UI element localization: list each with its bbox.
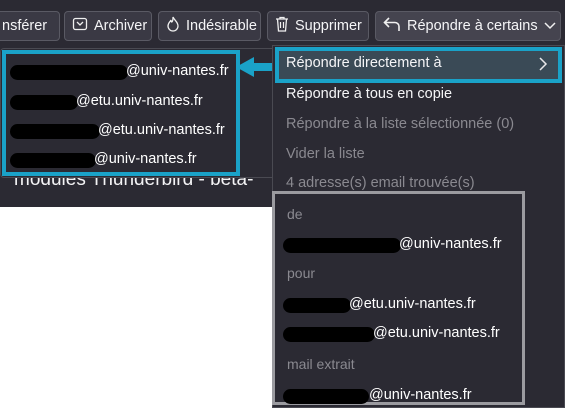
forward-button[interactable]: nsférer [0, 11, 60, 41]
popup-address-2[interactable]: @etu.univ-nantes.fr [10, 91, 234, 115]
chevron-right-icon [538, 57, 548, 74]
redaction-bar [10, 65, 128, 80]
popup-address-domain: @etu.univ-nantes.fr [98, 122, 225, 138]
section-label-from: de [287, 206, 303, 222]
section-label-extracted: mail extrait [287, 356, 355, 372]
redaction-bar [283, 238, 401, 253]
menu-item-reply-directly[interactable]: Répondre directement à [286, 55, 442, 71]
redaction-bar [283, 389, 369, 404]
menu-item-clear-list: Vider la liste [286, 146, 365, 162]
popup-address-1[interactable]: @univ-nantes.fr [10, 61, 234, 85]
popup-address-domain: @univ-nantes.fr [126, 63, 229, 79]
to-address-domain: @etu.univ-nantes.fr [349, 296, 476, 312]
redaction-bar [283, 327, 375, 342]
popup-address-domain: @etu.univ-nantes.fr [76, 93, 203, 109]
to-address-1[interactable]: @etu.univ-nantes.fr [283, 294, 523, 316]
delete-button[interactable]: Supprimer [267, 11, 369, 41]
chevron-down-icon [544, 18, 556, 35]
junk-button[interactable]: Indésirable [158, 11, 261, 41]
extracted-address-domain: @univ-nantes.fr [369, 387, 472, 403]
redaction-bar [283, 298, 351, 313]
reply-icon [383, 16, 401, 36]
message-toolbar: nsférer Archiver Indésirable Supprimer R… [0, 0, 565, 44]
trash-icon [275, 16, 289, 36]
from-address[interactable]: @univ-nantes.fr [283, 234, 523, 256]
from-address-domain: @univ-nantes.fr [399, 236, 502, 252]
archive-button-label: Archiver [94, 18, 148, 34]
popup-address-4[interactable]: @univ-nantes.fr [10, 149, 234, 173]
archive-button[interactable]: Archiver [64, 11, 152, 41]
redaction-bar [10, 95, 78, 110]
popup-address-domain: @univ-nantes.fr [94, 151, 197, 167]
redaction-bar [10, 124, 100, 139]
reply-to-some-button-label: Répondre à certains [407, 18, 538, 34]
junk-button-label: Indésirable [186, 18, 257, 34]
reply-to-some-button[interactable]: Répondre à certains [375, 11, 561, 41]
popup-address-3[interactable]: @etu.univ-nantes.fr [10, 120, 234, 144]
archive-icon [72, 16, 88, 36]
extracted-address[interactable]: @univ-nantes.fr [283, 385, 523, 407]
flame-icon [166, 16, 180, 36]
menu-item-reply-all-cc[interactable]: Répondre à tous en copie [286, 86, 452, 102]
menu-item-found-count: 4 adresse(s) email trouvée(s) [286, 175, 475, 191]
section-label-to: pour [287, 265, 316, 281]
forward-button-label: nsférer [2, 18, 48, 34]
menu-item-reply-selected-list: Répondre à la liste sélectionnée (0) [286, 116, 515, 132]
to-address-domain: @etu.univ-nantes.fr [373, 325, 500, 341]
to-address-2[interactable]: @etu.univ-nantes.fr [283, 323, 523, 345]
redaction-bar [10, 153, 96, 168]
delete-button-label: Supprimer [295, 18, 362, 34]
